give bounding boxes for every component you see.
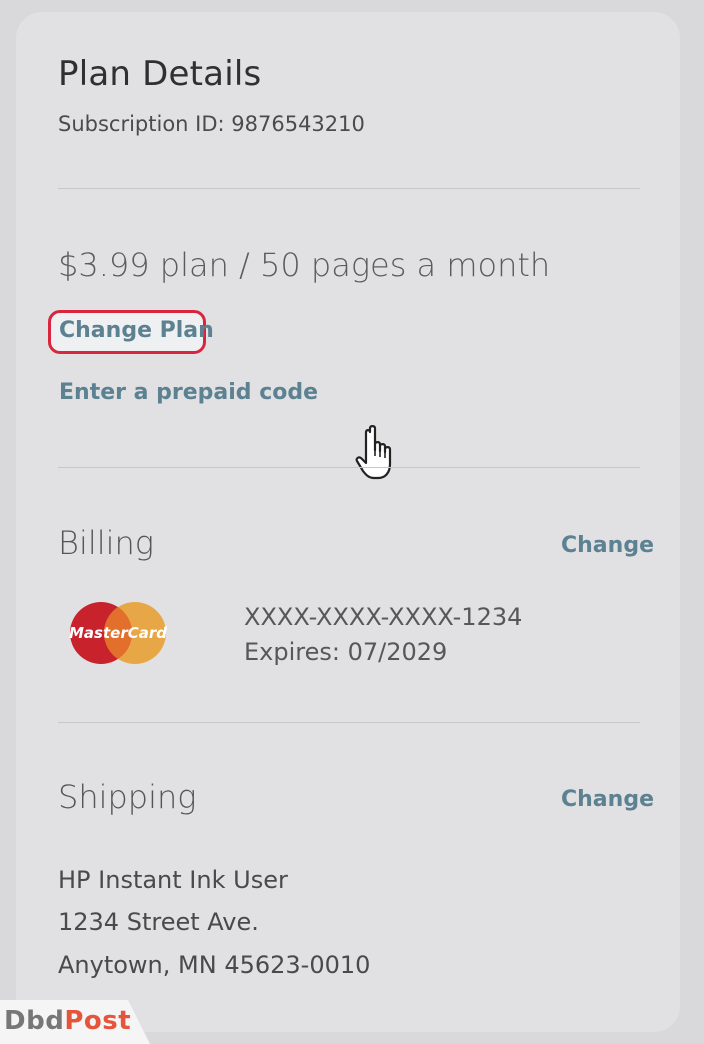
divider (58, 467, 640, 468)
prepaid-code-link[interactable]: Enter a prepaid code (59, 380, 318, 405)
divider (58, 188, 640, 189)
divider (58, 722, 640, 723)
card-number: XXXX-XXXX-XXXX-1234 (244, 603, 523, 631)
billing-change-link[interactable]: Change (561, 533, 654, 558)
watermark-logo: DbdPost (0, 1000, 150, 1044)
subscription-id: Subscription ID: 9876543210 (58, 112, 365, 136)
shipping-title: Shipping (58, 778, 197, 816)
card-expiry: Expires: 07/2029 (244, 638, 448, 666)
address-street: 1234 Street Ave. (58, 908, 259, 936)
plan-summary: $3.99 plan / 50 pages a month (58, 246, 551, 284)
watermark-part2: Post (64, 1006, 132, 1036)
watermark-part1: Dbd (4, 1006, 65, 1036)
shipping-change-link[interactable]: Change (561, 787, 654, 812)
address-city: Anytown, MN 45623-0010 (58, 951, 371, 979)
mastercard-text: MasterCard (69, 624, 167, 642)
mastercard-icon: MasterCard (69, 602, 167, 664)
address-name: HP Instant Ink User (58, 866, 288, 894)
change-plan-link[interactable]: Change Plan (59, 318, 214, 343)
hand-pointer-icon (355, 425, 392, 480)
billing-title: Billing (58, 524, 154, 562)
page-title: Plan Details (58, 54, 262, 94)
page: Plan Details Subscription ID: 9876543210… (0, 0, 704, 1044)
